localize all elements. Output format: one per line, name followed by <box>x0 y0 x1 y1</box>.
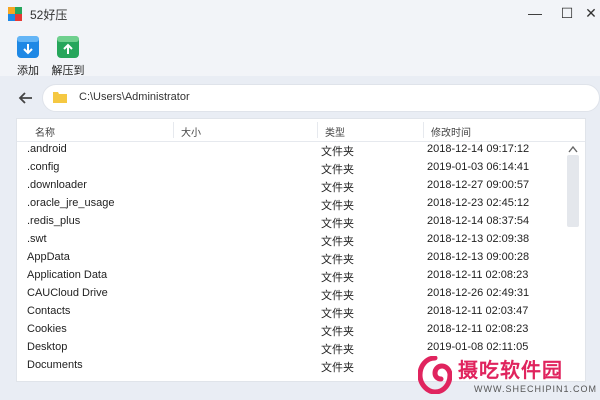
file-modified: 2018-12-13 09:00:28 <box>427 251 530 263</box>
extract-button[interactable]: 解压到 <box>46 32 90 77</box>
window-title: 52好压 <box>30 8 68 22</box>
column-header-type[interactable]: 类型 <box>325 124 345 139</box>
table-row[interactable]: Application Data 文件夹 2018-12-11 02:08:23 <box>17 267 565 285</box>
file-type: 文件夹 <box>321 182 354 194</box>
file-modified: 2018-12-11 02:08:23 <box>427 323 529 335</box>
file-modified: 2018-12-11 02:08:23 <box>427 269 529 281</box>
file-name: AppData <box>27 251 70 263</box>
app-logo-icon <box>8 7 22 21</box>
table-row[interactable]: .oracle_jre_usage 文件夹 2018-12-23 02:45:1… <box>17 195 565 213</box>
file-name: .android <box>27 143 67 155</box>
table-row[interactable]: CAUCloud Drive 文件夹 2018-12-26 02:49:31 <box>17 285 565 303</box>
address-bar: C:\Users\Administrator <box>14 84 600 112</box>
file-type: 文件夹 <box>321 254 354 266</box>
table-header: 名称 大小 类型 修改时间 <box>17 119 585 142</box>
column-divider[interactable] <box>423 122 424 138</box>
column-header-name[interactable]: 名称 <box>35 124 55 139</box>
file-name: .redis_plus <box>27 215 81 227</box>
file-type: 文件夹 <box>321 326 354 338</box>
maximize-button[interactable]: ☐ <box>556 2 578 24</box>
file-modified: 2018-12-14 09:17:12 <box>427 143 530 155</box>
file-rows: .android 文件夹 2018-12-14 09:17:12 .config… <box>17 141 565 381</box>
table-row[interactable]: .android 文件夹 2018-12-14 09:17:12 <box>17 141 565 159</box>
add-button[interactable]: 添加 <box>6 32 50 77</box>
file-name: .oracle_jre_usage <box>27 197 115 209</box>
file-name: Desktop <box>27 341 68 353</box>
title-bar: 52好压 — ☐ ✕ <box>0 0 600 28</box>
column-divider[interactable] <box>173 122 174 138</box>
table-row[interactable]: Contacts 文件夹 2018-12-11 02:03:47 <box>17 303 565 321</box>
file-name: CAUCloud Drive <box>27 287 108 299</box>
file-list: 名称 大小 类型 修改时间 .android 文件夹 2018-12-14 09… <box>16 118 586 382</box>
file-type: 文件夹 <box>321 290 354 302</box>
folder-icon <box>53 92 67 103</box>
table-row[interactable]: .downloader 文件夹 2018-12-27 09:00:57 <box>17 177 565 195</box>
file-type: 文件夹 <box>321 218 354 230</box>
file-modified: 2018-12-13 02:09:38 <box>427 233 530 245</box>
add-label: 添加 <box>17 65 39 77</box>
file-modified: 2018-12-27 09:00:57 <box>427 179 530 191</box>
file-name: .config <box>27 161 60 173</box>
watermark-text: 摄吃软件园 <box>458 360 563 382</box>
extract-to-icon <box>57 36 79 58</box>
file-type: 文件夹 <box>321 272 354 284</box>
file-modified: 2018-12-23 02:45:12 <box>427 197 530 209</box>
close-button[interactable]: ✕ <box>580 2 600 24</box>
file-type: 文件夹 <box>321 146 354 158</box>
table-row[interactable]: .swt 文件夹 2018-12-13 02:09:38 <box>17 231 565 249</box>
vertical-scrollbar[interactable] <box>565 141 581 381</box>
scroll-up-arrow-icon[interactable] <box>568 145 578 153</box>
file-type: 文件夹 <box>321 362 354 374</box>
table-row[interactable]: AppData 文件夹 2018-12-13 09:00:28 <box>17 249 565 267</box>
file-modified: 2018-12-26 02:49:31 <box>427 287 530 299</box>
extract-label: 解压到 <box>51 65 85 77</box>
table-row[interactable]: .redis_plus 文件夹 2018-12-14 08:37:54 <box>17 213 565 231</box>
file-type: 文件夹 <box>321 200 354 212</box>
file-name: Contacts <box>27 305 71 317</box>
file-modified: 2018-12-14 08:37:54 <box>427 215 530 227</box>
column-header-size[interactable]: 大小 <box>181 124 201 139</box>
table-row[interactable]: Cookies 文件夹 2018-12-11 02:08:23 <box>17 321 565 339</box>
file-name: Application Data <box>27 269 108 281</box>
table-row[interactable]: .config 文件夹 2019-01-03 06:14:41 <box>17 159 565 177</box>
column-divider[interactable] <box>317 122 318 138</box>
file-name: Cookies <box>27 323 67 335</box>
file-name: .swt <box>27 233 47 245</box>
file-name: Documents <box>27 359 83 371</box>
minimize-button[interactable]: — <box>524 2 546 24</box>
path-field[interactable]: C:\Users\Administrator <box>42 84 600 112</box>
watermark-url: WWW.SHECHIPIN1.COM <box>474 384 597 394</box>
watermark: 摄吃软件园 WWW.SHECHIPIN1.COM <box>414 350 600 400</box>
path-text: C:\Users\Administrator <box>79 91 190 103</box>
column-header-modified[interactable]: 修改时间 <box>431 124 471 139</box>
add-archive-icon <box>17 36 39 58</box>
file-modified: 2019-01-03 06:14:41 <box>427 161 530 173</box>
file-type: 文件夹 <box>321 164 354 176</box>
watermark-logo-icon <box>418 356 452 394</box>
file-modified: 2018-12-11 02:03:47 <box>427 305 529 317</box>
back-arrow-icon[interactable] <box>16 88 36 108</box>
toolbar: 添加 解压到 <box>0 28 600 77</box>
file-name: .downloader <box>27 179 87 191</box>
file-type: 文件夹 <box>321 344 354 356</box>
file-type: 文件夹 <box>321 308 354 320</box>
scrollbar-thumb[interactable] <box>567 155 579 227</box>
file-type: 文件夹 <box>321 236 354 248</box>
